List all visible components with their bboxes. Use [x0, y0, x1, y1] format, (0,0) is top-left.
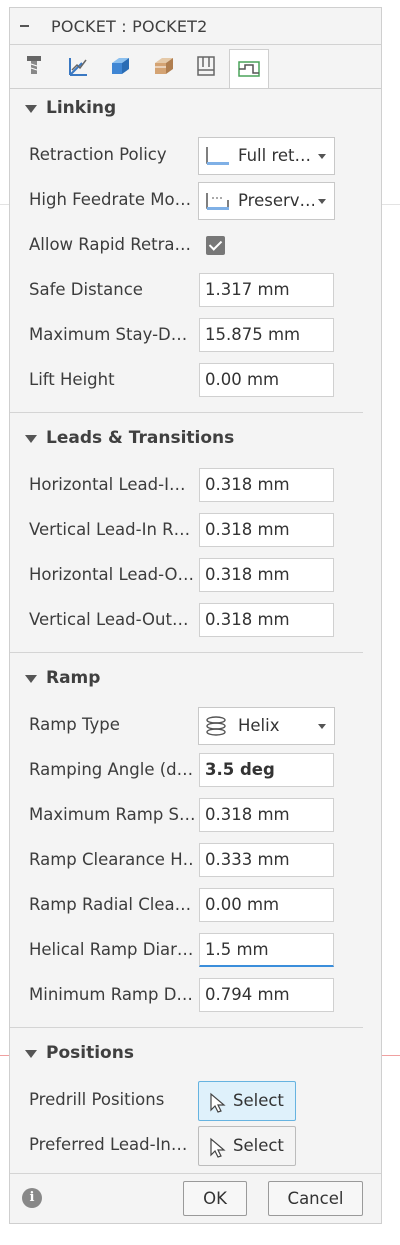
section-header-label: Leads & Transitions [46, 428, 235, 448]
section-divider [10, 412, 363, 413]
high-feedrate-mode-dropdown[interactable]: Preserv… [198, 182, 335, 220]
high-feedrate-icon [206, 193, 229, 210]
geometry-icon [69, 58, 87, 76]
background-red-line [382, 1055, 400, 1056]
tool-icon [27, 56, 41, 74]
safe-distance-label: Safe Distance [29, 280, 143, 299]
safe-distance-input[interactable]: 1.317 mm [199, 273, 334, 307]
ramping-angle-label: Ramping Angle (d… [29, 760, 194, 779]
multi-axis-icon [238, 61, 260, 77]
high-feedrate-mode-label: High Feedrate Mo… [29, 190, 192, 209]
helical-ramp-diameter-input[interactable]: 1.5 mm [199, 933, 334, 967]
maximum-ramp-step-input[interactable]: 0.318 mm [199, 798, 334, 832]
high-feedrate-mode-value: Preserv… [238, 191, 314, 210]
cursor-icon [210, 1092, 226, 1113]
select-button-label: Select [233, 1091, 284, 1110]
expand-triangle-icon [25, 1050, 37, 1058]
linking-icon [197, 56, 215, 76]
lift-height-input[interactable]: 0.00 mm [199, 363, 334, 397]
section-divider [10, 1027, 363, 1028]
section-linking[interactable]: Linking [10, 95, 381, 125]
allow-rapid-retract-checkbox[interactable] [206, 236, 225, 255]
cursor-icon [210, 1137, 226, 1158]
section-positions[interactable]: Positions [10, 1040, 381, 1070]
expand-triangle-icon [25, 675, 37, 683]
horizontal-lead-in-input[interactable]: 0.318 mm [199, 468, 334, 502]
tab-heights[interactable] [100, 48, 140, 84]
maximum-ramp-step-label: Maximum Ramp S… [29, 805, 194, 824]
horizontal-lead-in-label: Horizontal Lead-I… [29, 475, 186, 494]
ramp-clearance-height-input[interactable]: 0.333 mm [199, 843, 334, 877]
retraction-policy-dropdown[interactable]: Full ret… [198, 137, 335, 175]
dialog-titlebar: POCKET : POCKET2 [10, 8, 381, 45]
background-red-line [0, 1055, 9, 1056]
vertical-lead-out-label: Vertical Lead-Out… [29, 610, 189, 629]
preferred-lead-in-label: Preferred Lead-In… [29, 1135, 188, 1154]
tab-passes[interactable] [144, 48, 184, 84]
allow-rapid-retract-label: Allow Rapid Retra… [29, 235, 192, 254]
footer-divider [10, 1173, 381, 1174]
chevron-down-icon [318, 724, 326, 729]
vertical-lead-in-label: Vertical Lead-In R… [29, 520, 191, 539]
dialog-title: POCKET : POCKET2 [51, 17, 208, 36]
ramp-radial-clearance-input[interactable]: 0.00 mm [199, 888, 334, 922]
section-header-label: Positions [46, 1043, 134, 1063]
retraction-policy-value: Full ret… [238, 146, 312, 165]
ramping-angle-input[interactable]: 3.5 deg [199, 753, 334, 787]
expand-triangle-icon [25, 435, 37, 443]
section-divider [10, 652, 363, 653]
background-line [382, 204, 400, 205]
expand-triangle-icon [25, 105, 37, 113]
vertical-lead-out-input[interactable]: 0.318 mm [199, 603, 334, 637]
section-header-label: Linking [46, 98, 117, 118]
ramp-radial-clearance-label: Ramp Radial Clea… [29, 895, 192, 914]
vertical-lead-in-input[interactable]: 0.318 mm [199, 513, 334, 547]
section-ramp[interactable]: Ramp [10, 665, 381, 695]
helix-icon [206, 716, 226, 736]
ok-button[interactable]: OK [183, 1181, 247, 1216]
operation-dialog: POCKET : POCKET2 Linking Retraction Poli… [9, 7, 382, 1224]
minimum-ramp-diameter-input[interactable]: 0.794 mm [199, 978, 334, 1012]
collapse-icon[interactable] [20, 25, 29, 27]
tab-multi-axis[interactable] [229, 49, 269, 88]
tab-geometry[interactable] [58, 48, 98, 84]
chevron-down-icon [318, 199, 326, 204]
tab-linking-options[interactable] [186, 48, 226, 84]
horizontal-lead-out-input[interactable]: 0.318 mm [199, 558, 334, 592]
ramp-type-value: Helix [238, 716, 280, 735]
tab-bar [10, 45, 381, 89]
background-line [0, 204, 9, 205]
lift-height-label: Lift Height [29, 370, 115, 389]
ramp-type-dropdown[interactable]: Helix [198, 707, 335, 745]
retraction-policy-icon [206, 147, 229, 165]
cancel-button[interactable]: Cancel [268, 1181, 363, 1216]
maximum-stay-down-input[interactable]: 15.875 mm [199, 318, 334, 352]
helical-ramp-diameter-label: Helical Ramp Diar… [29, 940, 194, 959]
section-leads-transitions[interactable]: Leads & Transitions [10, 425, 381, 455]
select-button-label: Select [233, 1136, 284, 1155]
section-header-label: Ramp [46, 668, 101, 688]
predrill-positions-label: Predrill Positions [29, 1090, 165, 1109]
chevron-down-icon [318, 154, 326, 159]
ramp-clearance-height-label: Ramp Clearance H… [29, 850, 194, 869]
preferred-lead-in-select-button[interactable]: Select [198, 1126, 296, 1166]
predrill-positions-select-button[interactable]: Select [198, 1081, 296, 1121]
tab-tool[interactable] [14, 48, 54, 84]
heights-icon [112, 58, 129, 74]
retraction-policy-label: Retraction Policy [29, 145, 167, 164]
maximum-stay-down-label: Maximum Stay-D… [29, 325, 188, 344]
info-icon[interactable]: i [22, 1188, 42, 1208]
passes-icon [155, 58, 173, 74]
horizontal-lead-out-label: Horizontal Lead-O… [29, 565, 194, 584]
ramp-type-label: Ramp Type [29, 715, 120, 734]
minimum-ramp-diameter-label: Minimum Ramp D… [29, 985, 193, 1004]
